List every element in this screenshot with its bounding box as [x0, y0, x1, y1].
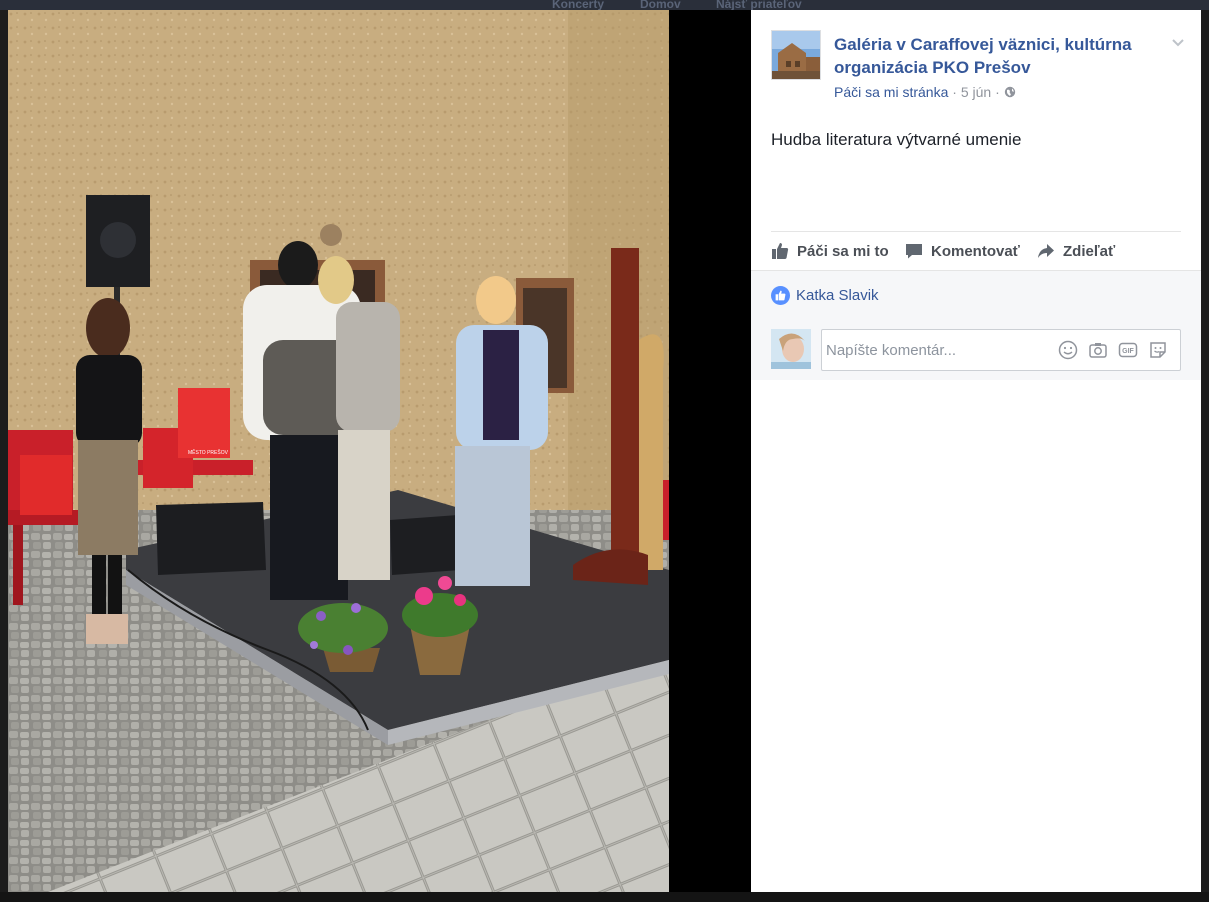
sticker-icon[interactable] — [1148, 340, 1168, 360]
photo-illustration: MĚSTO PREŠOV — [8, 10, 669, 892]
like-reaction-icon — [771, 286, 790, 305]
background-bottom-strip — [0, 892, 1209, 902]
likes-summary[interactable]: Katka Slavik — [771, 286, 879, 305]
liker-name-link[interactable]: Katka Slavik — [796, 287, 879, 304]
post-meta: Páči sa mi stránka · 5 jún · — [834, 84, 1016, 100]
comment-button-label: Komentovať — [931, 242, 1020, 260]
page-avatar-image — [772, 31, 820, 79]
share-button-label: Zdieľať — [1063, 242, 1116, 260]
post-photo[interactable]: MĚSTO PREŠOV — [8, 10, 669, 892]
likes-and-comments: Katka Slavik Napíšte komentár... GIF — [751, 270, 1201, 380]
share-arrow-icon — [1038, 244, 1054, 258]
bag-print: MĚSTO PREŠOV — [188, 448, 229, 456]
post-message: Hudba literatura výtvarné umenie — [771, 130, 1022, 149]
post-date[interactable]: 5 jún — [961, 84, 991, 100]
like-button-label: Páči sa mi to — [797, 242, 889, 260]
comment-icon — [906, 244, 922, 259]
post-panel: Galéria v Caraffovej väznici, kultúrna o… — [751, 10, 1201, 892]
post-header: Galéria v Caraffovej väznici, kultúrna o… — [771, 30, 1186, 110]
like-page-link[interactable]: Páči sa mi stránka — [834, 84, 948, 100]
photo-letterbox — [669, 10, 751, 892]
globe-icon[interactable] — [1004, 86, 1016, 98]
action-bar: Páči sa mi to Komentovať Zdieľať — [771, 231, 1181, 270]
thumbs-up-icon — [772, 243, 789, 259]
gif-label: GIF — [1122, 348, 1134, 355]
background-top-bar: Koncerty Domov Nájsť priateľov — [0, 0, 1209, 11]
meta-separator: · — [995, 84, 1000, 100]
user-avatar[interactable] — [771, 329, 811, 369]
like-button[interactable]: Páči sa mi to — [771, 242, 889, 260]
comment-input-box[interactable]: GIF — [821, 329, 1181, 371]
gif-icon[interactable]: GIF — [1118, 340, 1138, 360]
page-avatar[interactable] — [771, 30, 821, 80]
meta-separator: · — [952, 84, 957, 100]
camera-icon[interactable] — [1088, 340, 1108, 360]
page-name-link[interactable]: Galéria v Caraffovej väznici, kultúrna o… — [834, 33, 1164, 79]
user-avatar-image — [771, 329, 811, 369]
comment-input[interactable] — [826, 338, 1046, 362]
comment-button[interactable]: Komentovať — [905, 242, 1020, 260]
emoji-icon[interactable] — [1058, 340, 1078, 360]
share-button[interactable]: Zdieľať — [1037, 242, 1115, 260]
chevron-down-icon[interactable] — [1170, 34, 1186, 50]
comment-composer: GIF — [771, 329, 1181, 371]
